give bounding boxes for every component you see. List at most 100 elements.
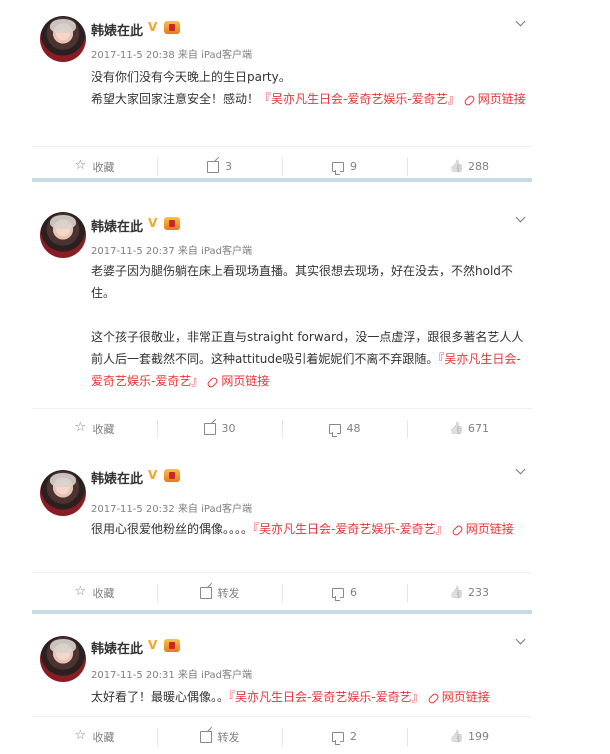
post-text-segment: 希望大家回家注意安全！感动！ — [91, 92, 260, 106]
topic-tag[interactable]: 『吴亦凡生日会-爱奇艺娱乐-爱奇艺』 — [259, 92, 460, 106]
post-meta: 2017-11-5 20:38 来自 iPad客户端 — [91, 50, 252, 61]
comment-button[interactable]: 6 — [282, 573, 407, 612]
star-icon — [75, 422, 87, 435]
post-text: 很用心很爱他粉丝的偶像。。。。『吴亦凡生日会-爱奇艺娱乐-爱奇艺』 网页链接 — [91, 518, 531, 540]
link-icon — [462, 94, 476, 107]
web-link-label: 网页链接 — [441, 690, 490, 704]
vip-level-icon[interactable] — [164, 21, 180, 34]
like-icon — [450, 423, 462, 435]
action-label: 收藏 — [92, 730, 115, 744]
action-label: 9 — [350, 160, 357, 173]
comment-icon — [332, 731, 344, 745]
topic-tag[interactable]: 『吴亦凡生日会-爱奇艺娱乐-爱奇艺』 — [229, 690, 424, 704]
vip-level-icon[interactable] — [164, 639, 180, 652]
web-link[interactable]: 网页链接 — [450, 522, 514, 537]
post-text-segment: 太好看了！最暖心偶像。。 — [91, 690, 230, 704]
action-label: 30 — [221, 422, 236, 435]
action-label: 6 — [350, 586, 357, 599]
action-label: 转发 — [217, 586, 240, 600]
verified-v-icon: V — [148, 468, 158, 482]
web-link-label: 网页链接 — [221, 374, 270, 388]
comment-button[interactable]: 48 — [282, 409, 407, 448]
avatar[interactable] — [40, 636, 86, 682]
share-icon — [199, 730, 212, 743]
like-icon — [450, 587, 462, 599]
verified-v-icon: V — [148, 20, 158, 34]
action-label: 233 — [468, 586, 489, 599]
repost-button[interactable]: 转发 — [157, 573, 282, 612]
like-button[interactable]: 233 — [407, 573, 532, 612]
action-label: 671 — [468, 422, 489, 435]
topic-tag[interactable]: 『吴亦凡生日会-爱奇艺娱乐-爱奇艺』 — [253, 522, 448, 536]
chevron-down-icon[interactable] — [514, 212, 528, 226]
share-icon — [207, 160, 219, 173]
author-name[interactable]: 韩婊在此 — [91, 468, 143, 487]
comment-icon — [332, 587, 344, 601]
favorite-button[interactable]: 收藏 — [32, 717, 157, 754]
feed-divider — [32, 178, 532, 182]
verified-v-icon: V — [148, 216, 158, 230]
action-label: 收藏 — [92, 160, 115, 174]
like-icon — [450, 161, 462, 173]
chevron-down-icon[interactable] — [514, 634, 528, 648]
action-bar: 收藏 转发 2 199 — [32, 716, 532, 754]
comment-icon — [332, 161, 344, 175]
share-icon — [199, 586, 212, 599]
star-icon — [75, 160, 87, 173]
verified-v-icon: V — [148, 638, 158, 652]
weibo-post: 韩婊在此 V 2017-11-5 20:37 来自 iPad客户端老婆子因为腿伤躺在… — [32, 204, 532, 448]
favorite-button[interactable]: 收藏 — [32, 409, 157, 448]
post-text: 没有你们没有今天晚上的生日party。 希望大家回家注意安全！感动！『吴亦凡生日会… — [91, 66, 531, 110]
web-link-label: 网页链接 — [477, 92, 526, 106]
avatar[interactable] — [40, 212, 86, 258]
action-label: 2 — [350, 730, 357, 743]
action-bar: 收藏 30 48 671 — [32, 408, 532, 448]
vip-level-icon[interactable] — [164, 217, 180, 230]
avatar[interactable] — [40, 470, 86, 516]
action-label: 收藏 — [92, 422, 115, 436]
like-icon — [450, 731, 462, 743]
post-text-segment: 老婆子因为腿伤躺在床上看现场直播。其实很想去现场，好在没去，不然hold不住。 — [91, 264, 513, 300]
post-text-segment: 没有你们没有今天晚上的生日party。 — [91, 70, 291, 84]
author-name[interactable]: 韩婊在此 — [91, 216, 143, 235]
post-meta: 2017-11-5 20:37 来自 iPad客户端 — [91, 246, 252, 257]
action-label: 收藏 — [92, 586, 115, 600]
like-button[interactable]: 199 — [407, 717, 532, 754]
link-icon — [426, 692, 440, 705]
link-icon — [206, 376, 220, 389]
weibo-post: 韩婊在此 V 2017-11-5 20:38 来自 iPad客户端没有你们没有今天晚… — [32, 8, 532, 186]
action-label: 199 — [468, 730, 489, 743]
post-text: 太好看了！最暖心偶像。。『吴亦凡生日会-爱奇艺娱乐-爱奇艺』 网页链接 — [91, 686, 531, 708]
repost-button[interactable]: 转发 — [157, 717, 282, 754]
web-link-label: 网页链接 — [465, 522, 514, 536]
action-label: 48 — [346, 422, 361, 435]
comment-button[interactable]: 2 — [282, 717, 407, 754]
chevron-down-icon[interactable] — [514, 16, 528, 30]
action-label: 转发 — [217, 730, 240, 744]
post-meta: 2017-11-5 20:32 来自 iPad客户端 — [91, 504, 252, 515]
author-name[interactable]: 韩婊在此 — [91, 20, 143, 39]
chevron-down-icon[interactable] — [514, 464, 528, 478]
link-icon — [450, 524, 464, 537]
post-text-segment: 很用心很爱他粉丝的偶像。。。。 — [91, 522, 254, 536]
action-bar: 收藏 转发 6 233 — [32, 572, 532, 612]
web-link[interactable]: 网页链接 — [462, 92, 526, 107]
vip-level-icon[interactable] — [164, 469, 180, 482]
star-icon — [75, 586, 87, 599]
like-button[interactable]: 671 — [407, 409, 532, 448]
post-meta: 2017-11-5 20:31 来自 iPad客户端 — [91, 670, 252, 681]
weibo-post: 韩婊在此 V 2017-11-5 20:31 来自 iPad客户端 太好看了！最暖心偶… — [32, 628, 532, 754]
avatar[interactable] — [40, 16, 86, 62]
author-name[interactable]: 韩婊在此 — [91, 638, 143, 657]
repost-button[interactable]: 30 — [157, 409, 282, 448]
web-link[interactable]: 网页链接 — [426, 690, 490, 705]
favorite-button[interactable]: 收藏 — [32, 573, 157, 612]
feed-divider — [32, 610, 532, 614]
share-icon — [203, 422, 216, 435]
post-text: 老婆子因为腿伤躺在床上看现场直播。其实很想去现场，好在没去，不然hold不住。这… — [91, 260, 531, 392]
action-label: 3 — [225, 160, 232, 173]
action-label: 288 — [468, 160, 489, 173]
weibo-post: 韩婊在此 V 2017-11-5 20:32 来自 iPad客户端 很用心很爱他粉丝的… — [32, 462, 532, 612]
star-icon — [75, 730, 87, 743]
web-link[interactable]: 网页链接 — [206, 374, 270, 389]
